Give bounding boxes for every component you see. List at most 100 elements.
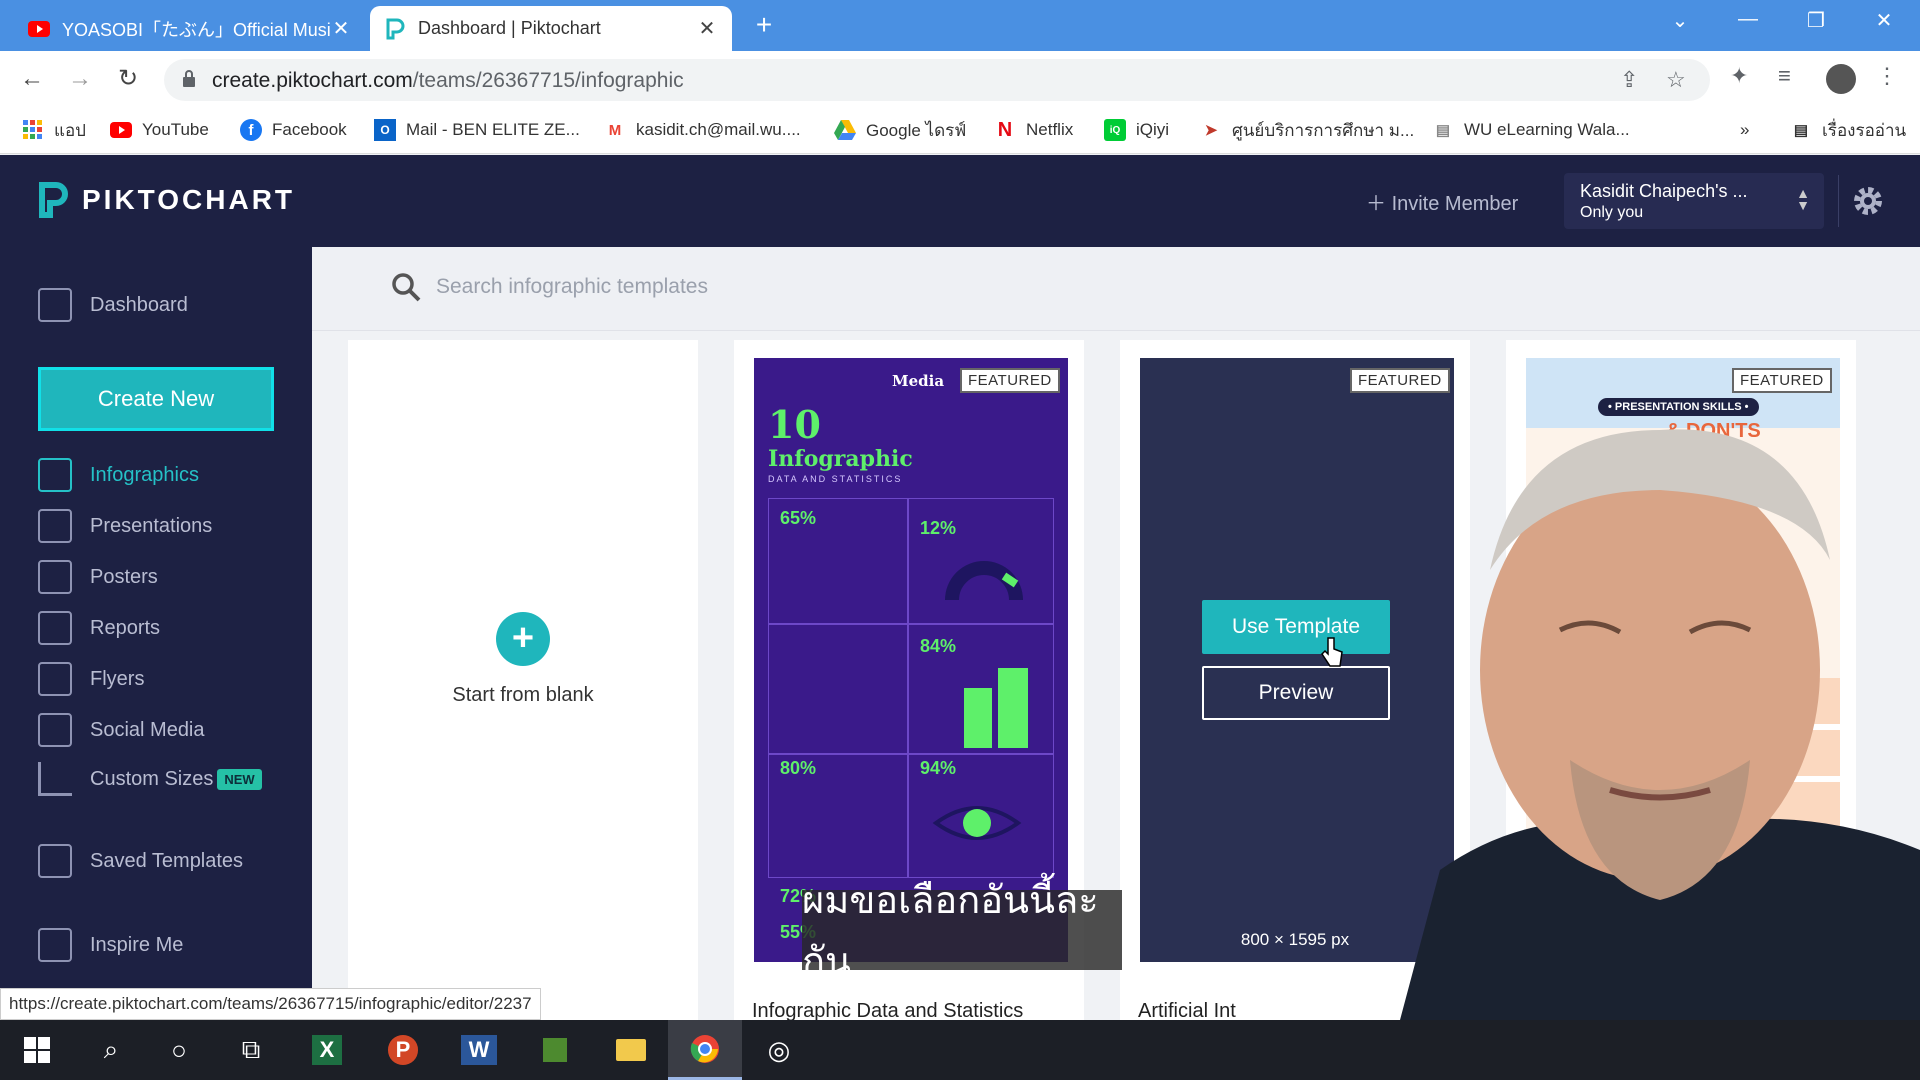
status-url: https://create.piktochart.com/teams/2636…	[0, 988, 541, 1020]
sidebar-item-flyers[interactable]: Flyers	[38, 661, 144, 697]
close-window-button[interactable]: ✕	[1864, 8, 1904, 33]
featured-badge: FEATURED	[1732, 368, 1832, 393]
outlook-icon: O	[374, 119, 396, 141]
create-new-button[interactable]: Create New	[38, 367, 274, 431]
tab-piktochart[interactable]: Dashboard | Piktochart ✕	[370, 6, 732, 51]
sidebar-item-inspire-me[interactable]: Inspire Me	[38, 927, 183, 963]
powerpoint-icon[interactable]: P	[366, 1020, 440, 1080]
app-header: PIKTOCHART ＋ Invite Member Kasidit Chaip…	[0, 155, 1920, 247]
profile-avatar[interactable]	[1826, 64, 1856, 94]
sidebar-item-social-media[interactable]: Social Media	[38, 712, 205, 748]
more-bookmarks-icon[interactable]: »	[1740, 116, 1749, 144]
bookmark-drive[interactable]: Google ไดรฟ์	[834, 116, 966, 144]
windows-start-icon[interactable]	[0, 1020, 74, 1080]
inspire-icon	[38, 928, 72, 962]
tab-search-icon[interactable]: ⌄	[1660, 8, 1700, 33]
word-icon[interactable]: W	[442, 1020, 516, 1080]
bookmarks-bar: แอป YouTube f Facebook O Mail - BEN ELITE …	[0, 108, 1920, 154]
windows-taskbar: ⌕ ○ ⧉ X P W ◎	[0, 1020, 1920, 1080]
tab-youtube[interactable]: YOASOBI「たぶん」Official Music V ✕	[14, 6, 366, 51]
url-text: create.piktochart.com/teams/26367715/inf…	[212, 69, 684, 92]
elearning-icon: ▤	[1435, 122, 1451, 139]
drive-icon	[834, 119, 856, 141]
social-media-icon	[38, 713, 72, 747]
bookmark-star-icon[interactable]: ☆	[1666, 67, 1686, 93]
piktochart-favicon-icon	[384, 18, 406, 40]
use-template-button[interactable]: Use Template	[1202, 600, 1390, 654]
featured-badge: FEATURED	[1350, 368, 1450, 393]
share-icon[interactable]: ⇪	[1620, 67, 1638, 93]
minimize-button[interactable]: —	[1728, 8, 1768, 31]
video-subtitle: ผมขอเลือกอันนี้ละกัน	[802, 878, 1122, 983]
sidebar: Dashboard Create New Infographics Presen…	[0, 247, 312, 1020]
bookmark-facebook[interactable]: f Facebook	[240, 116, 347, 144]
gauge-icon	[945, 561, 1023, 601]
sidebar-item-custom-sizes[interactable]: Custom Sizes NEW	[38, 761, 262, 797]
bookmark-edu[interactable]: ➤ ศูนย์บริการการศึกษา ม...	[1200, 116, 1414, 144]
invite-member-button[interactable]: ＋ Invite Member	[1366, 187, 1518, 216]
buildings-icon	[964, 668, 1028, 748]
browser-tabstrip: YOASOBI「たぶん」Official Music V ✕ Dashboard…	[0, 0, 1920, 51]
reload-button[interactable]: ↻	[110, 61, 146, 97]
team-selector[interactable]: Kasidit Chaipech's ... Only you ▲ ▼	[1564, 173, 1824, 229]
gmail-icon: M	[608, 121, 622, 139]
bookmark-mail[interactable]: O Mail - BEN ELITE ZE...	[374, 116, 580, 144]
poster-icon	[38, 560, 72, 594]
start-from-blank-card[interactable]: + Start from blank	[348, 340, 698, 1020]
reading-list[interactable]: ▤ เรื่องรออ่าน	[1790, 116, 1906, 144]
piktochart-logo-icon	[39, 182, 68, 218]
sidebar-item-dashboard[interactable]: Dashboard	[38, 287, 188, 323]
forward-button[interactable]: →	[62, 61, 98, 97]
extensions-icon[interactable]: ✦	[1730, 63, 1748, 89]
youtube-icon	[110, 119, 132, 141]
sidebar-item-presentations[interactable]: Presentations	[38, 508, 212, 544]
thumb-media-label: Media	[892, 372, 945, 390]
sidebar-item-posters[interactable]: Posters	[38, 559, 158, 595]
piktochart-logo[interactable]: PIKTOCHART	[36, 181, 295, 219]
blank-label: Start from blank	[452, 684, 594, 706]
omnibox[interactable]: create.piktochart.com/teams/26367715/inf…	[164, 59, 1710, 101]
dashboard-icon	[38, 288, 72, 322]
cortana-icon[interactable]: ○	[142, 1020, 216, 1080]
flyer-icon	[38, 662, 72, 696]
search-input[interactable]: Search infographic templates	[436, 275, 708, 299]
excel-icon[interactable]: X	[290, 1020, 364, 1080]
bookmark-netflix[interactable]: N Netflix	[994, 116, 1073, 144]
chrome-icon[interactable]	[668, 1020, 742, 1080]
search-icon	[392, 273, 421, 302]
edu-icon: ➤	[1204, 122, 1218, 139]
bookmark-iqiyi[interactable]: iQ iQiyi	[1104, 116, 1169, 144]
bookmark-youtube[interactable]: YouTube	[110, 116, 209, 144]
divider	[1838, 175, 1839, 227]
address-bar-row: ← → ↻ create.piktochart.com/teams/263677…	[0, 51, 1920, 108]
ruler-icon	[38, 762, 72, 796]
bookmark-apps[interactable]: แอป	[22, 116, 86, 144]
file-explorer-icon[interactable]	[594, 1020, 668, 1080]
bookmark-elearning[interactable]: ▤ WU eLearning Wala...	[1432, 116, 1630, 144]
menu-icon[interactable]: ⋮	[1876, 63, 1898, 89]
gear-icon[interactable]	[1850, 183, 1886, 219]
bookmark-gmail[interactable]: Mkasidit.ch@mail.wu....	[604, 116, 801, 144]
restore-button[interactable]: ❐	[1796, 8, 1836, 33]
new-tab-button[interactable]: +	[748, 10, 780, 42]
sidebar-item-reports[interactable]: Reports	[38, 610, 160, 646]
close-tab-icon[interactable]: ✕	[696, 16, 718, 41]
sidebar-item-saved-templates[interactable]: Saved Templates	[38, 843, 243, 879]
thumb-stat: 12%	[920, 518, 957, 538]
obs-icon[interactable]: ◎	[742, 1020, 816, 1080]
preview-button[interactable]: Preview	[1202, 666, 1390, 720]
task-view-icon[interactable]: ⧉	[214, 1020, 288, 1080]
back-button[interactable]: ←	[14, 61, 50, 97]
thumb-stat: 65%	[780, 508, 817, 528]
new-badge: NEW	[217, 768, 262, 790]
close-tab-icon[interactable]: ✕	[330, 16, 352, 41]
thumb-stat: 84%	[920, 636, 957, 656]
chevron-updown-icon: ▲ ▼	[1796, 185, 1810, 213]
thumb-stat: 80%	[780, 758, 817, 778]
minecraft-icon[interactable]	[518, 1020, 592, 1080]
sidebar-item-infographics[interactable]: Infographics	[38, 457, 199, 493]
iqiyi-icon: iQ	[1104, 119, 1126, 141]
team-name: Kasidit Chaipech's ...	[1580, 181, 1748, 201]
media-control-icon[interactable]: ≡	[1778, 63, 1791, 89]
search-icon[interactable]: ⌕	[74, 1020, 148, 1080]
